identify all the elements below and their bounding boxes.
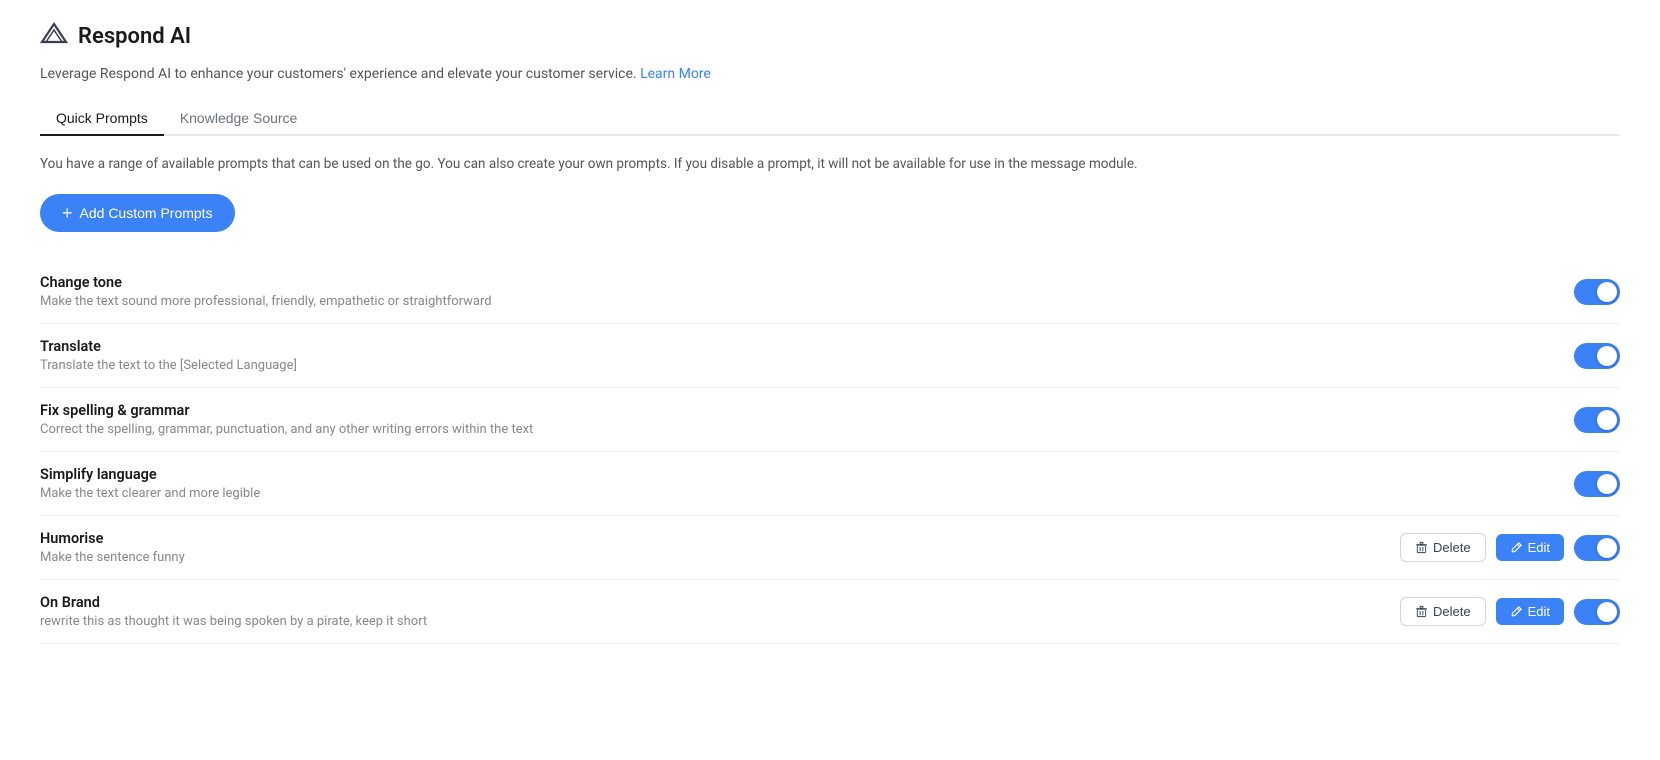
toggle-change-tone[interactable]	[1574, 279, 1620, 305]
prompt-list: Change tone Make the text sound more pro…	[40, 260, 1620, 644]
subtitle: Leverage Respond AI to enhance your cust…	[40, 66, 1620, 82]
pencil-icon	[1510, 605, 1523, 618]
prompt-desc-on-brand: rewrite this as thought it was being spo…	[40, 614, 1400, 629]
prompt-actions-change-tone	[1574, 279, 1620, 305]
toggle-humorise[interactable]	[1574, 535, 1620, 561]
prompt-actions-on-brand: Delete Edit	[1400, 597, 1620, 626]
pencil-icon	[1510, 541, 1523, 554]
add-custom-prompts-button[interactable]: + Add Custom Prompts	[40, 194, 235, 232]
prompt-item-change-tone: Change tone Make the text sound more pro…	[40, 260, 1620, 324]
delete-button-humorise[interactable]: Delete	[1400, 533, 1486, 562]
prompt-actions-simplify-language	[1574, 471, 1620, 497]
prompt-desc-simplify-language: Make the text clearer and more legible	[40, 486, 1574, 501]
prompt-item-simplify-language: Simplify language Make the text clearer …	[40, 452, 1620, 516]
prompt-info-change-tone: Change tone Make the text sound more pro…	[40, 274, 1574, 309]
prompt-item-on-brand: On Brand rewrite this as thought it was …	[40, 580, 1620, 644]
prompt-desc-translate: Translate the text to the [Selected Lang…	[40, 358, 1574, 373]
edit-button-on-brand[interactable]: Edit	[1496, 598, 1564, 625]
tab-quick-prompts[interactable]: Quick Prompts	[40, 102, 164, 136]
learn-more-link[interactable]: Learn More	[640, 66, 711, 82]
prompt-name-on-brand: On Brand	[40, 594, 1400, 611]
trash-icon	[1415, 541, 1428, 554]
prompt-desc-humorise: Make the sentence funny	[40, 550, 1400, 565]
prompt-info-fix-spelling: Fix spelling & grammar Correct the spell…	[40, 402, 1574, 437]
delete-button-on-brand[interactable]: Delete	[1400, 597, 1486, 626]
edit-button-humorise[interactable]: Edit	[1496, 534, 1564, 561]
toggle-fix-spelling[interactable]	[1574, 407, 1620, 433]
prompt-name-simplify-language: Simplify language	[40, 466, 1574, 483]
page-header: Respond AI	[40, 20, 1620, 52]
page-title: Respond AI	[78, 24, 191, 49]
prompt-name-fix-spelling: Fix spelling & grammar	[40, 402, 1574, 419]
prompt-info-on-brand: On Brand rewrite this as thought it was …	[40, 594, 1400, 629]
trash-icon	[1415, 605, 1428, 618]
prompt-name-change-tone: Change tone	[40, 274, 1574, 291]
prompt-desc-fix-spelling: Correct the spelling, grammar, punctuati…	[40, 422, 1574, 437]
prompt-actions-humorise: Delete Edit	[1400, 533, 1620, 562]
prompt-info-translate: Translate Translate the text to the [Sel…	[40, 338, 1574, 373]
prompt-name-translate: Translate	[40, 338, 1574, 355]
prompt-actions-fix-spelling	[1574, 407, 1620, 433]
prompt-item-humorise: Humorise Make the sentence funny Delete	[40, 516, 1620, 580]
tab-bar: Quick Prompts Knowledge Source	[40, 102, 1620, 136]
prompt-info-humorise: Humorise Make the sentence funny	[40, 530, 1400, 565]
toggle-simplify-language[interactable]	[1574, 471, 1620, 497]
prompt-actions-translate	[1574, 343, 1620, 369]
tab-knowledge-source[interactable]: Knowledge Source	[164, 102, 314, 136]
toggle-translate[interactable]	[1574, 343, 1620, 369]
section-description: You have a range of available prompts th…	[40, 154, 1620, 174]
logo-icon	[40, 20, 68, 52]
toggle-on-brand[interactable]	[1574, 599, 1620, 625]
plus-icon: +	[62, 204, 73, 222]
prompt-item-translate: Translate Translate the text to the [Sel…	[40, 324, 1620, 388]
prompt-name-humorise: Humorise	[40, 530, 1400, 547]
prompt-item-fix-spelling: Fix spelling & grammar Correct the spell…	[40, 388, 1620, 452]
prompt-info-simplify-language: Simplify language Make the text clearer …	[40, 466, 1574, 501]
prompt-desc-change-tone: Make the text sound more professional, f…	[40, 294, 1574, 309]
